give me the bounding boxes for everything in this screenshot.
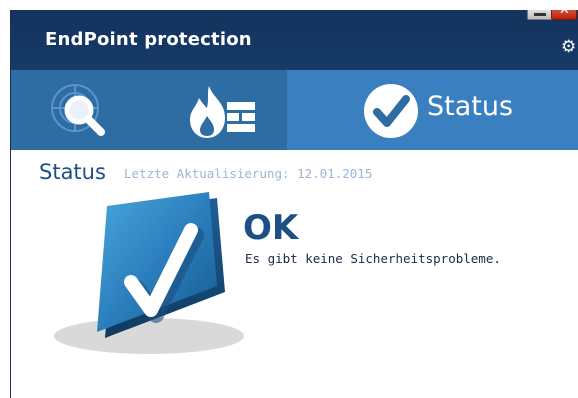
last-update-text: Letzte Aktualisierung: 12.01.2015 [124, 166, 373, 181]
status-ok-title: OK [243, 208, 299, 248]
page-title: Status [39, 160, 106, 184]
app-window: EndPoint protection ✕ ⚙ Status Status Le… [10, 10, 578, 398]
title-bar: EndPoint protection ✕ ⚙ [11, 10, 578, 70]
tab-scan[interactable] [11, 70, 149, 150]
big-check-icon [54, 192, 244, 354]
status-check-icon [364, 84, 418, 138]
tab-firewall[interactable] [149, 70, 287, 150]
gear-icon[interactable]: ⚙ [561, 38, 578, 56]
tab-status[interactable]: Status [287, 70, 578, 150]
status-message: Es gibt keine Sicherheitsprobleme. [245, 251, 501, 266]
close-button[interactable]: ✕ [551, 10, 577, 20]
scan-magnifier-icon [51, 84, 105, 136]
tab-status-label: Status [427, 91, 514, 122]
app-title: EndPoint protection [45, 29, 252, 50]
nav-bar: Status [11, 70, 578, 150]
close-icon: ✕ [559, 10, 570, 18]
firewall-flame-icon [190, 86, 255, 138]
minimize-button[interactable] [527, 10, 553, 20]
